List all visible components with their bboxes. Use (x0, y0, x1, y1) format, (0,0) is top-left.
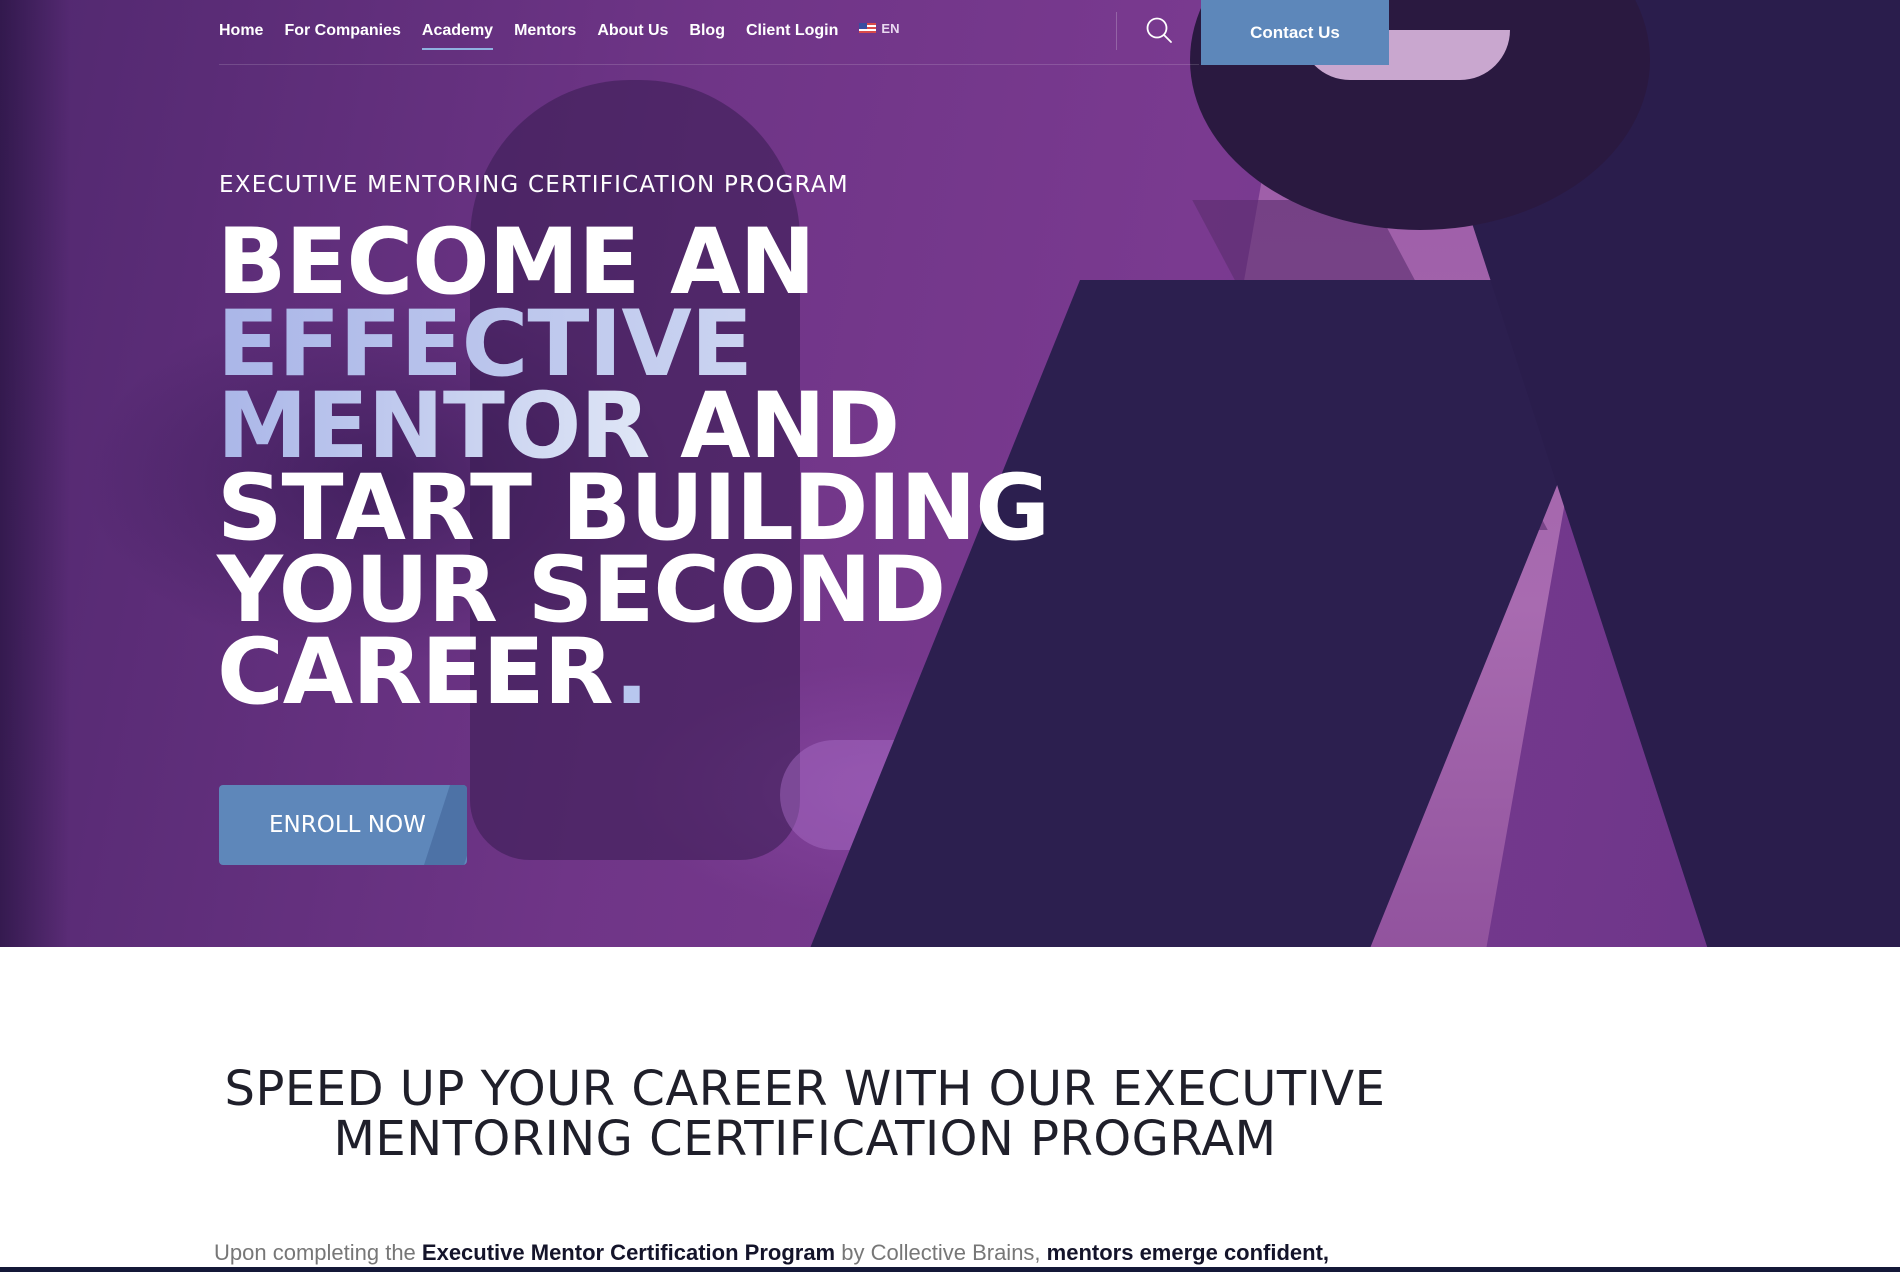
hero-section: Home For Companies Academy Mentors About… (0, 0, 1900, 947)
hero-eyebrow: EXECUTIVE MENTORING CERTIFICATION PROGRA… (219, 172, 849, 198)
nav-item-academy[interactable]: Academy (421, 22, 494, 50)
intro-program-name: Executive Mentor Certification Program (421, 1240, 836, 1265)
search-icon (1146, 17, 1172, 43)
contact-us-button[interactable]: Contact Us (1201, 0, 1389, 65)
enroll-now-button[interactable]: ENROLL NOW (219, 785, 467, 865)
nav-item-for-companies[interactable]: For Companies (284, 22, 400, 40)
us-flag-icon (859, 23, 877, 33)
nav-item-client-login[interactable]: Client Login (746, 22, 838, 40)
language-label: EN (881, 20, 900, 36)
nav-vertical-divider (1116, 12, 1117, 50)
language-switcher[interactable]: EN (859, 21, 899, 36)
main-navigation: Home For Companies Academy Mentors About… (219, 0, 899, 62)
hero-headline: BECOME AN EFFECTIVE MENTOR AND START BUI… (217, 217, 1077, 718)
intro-emphasis: mentors emerge confident, (1046, 1240, 1330, 1265)
bottom-edge-bar (0, 1267, 1900, 1272)
nav-item-about-us[interactable]: About Us (597, 22, 668, 40)
intro-text-1: Upon completing the (214, 1240, 422, 1265)
enroll-now-label: ENROLL NOW (269, 812, 426, 838)
nav-divider-line (219, 64, 1199, 65)
hero-left-shade (0, 0, 70, 947)
search-button[interactable] (1144, 15, 1174, 45)
intro-text-2: by Collective Brains, (835, 1240, 1047, 1265)
nav-item-mentors[interactable]: Mentors (514, 22, 576, 40)
headline-career: CAREER (217, 620, 615, 725)
nav-item-blog[interactable]: Blog (689, 22, 725, 40)
headline-line-6: CAREER. (217, 627, 1077, 718)
section-title: SPEED UP YOUR CAREER WITH OUR EXECUTIVE … (200, 1064, 1410, 1164)
nav-item-home[interactable]: Home (219, 22, 263, 40)
intro-paragraph: Upon completing the Executive Mentor Cer… (214, 1240, 1614, 1266)
section-title-line-2: MENTORING CERTIFICATION PROGRAM (333, 1111, 1277, 1167)
headline-period: . (614, 620, 649, 725)
section-title-line-1: SPEED UP YOUR CAREER WITH OUR EXECUTIVE (224, 1061, 1386, 1117)
